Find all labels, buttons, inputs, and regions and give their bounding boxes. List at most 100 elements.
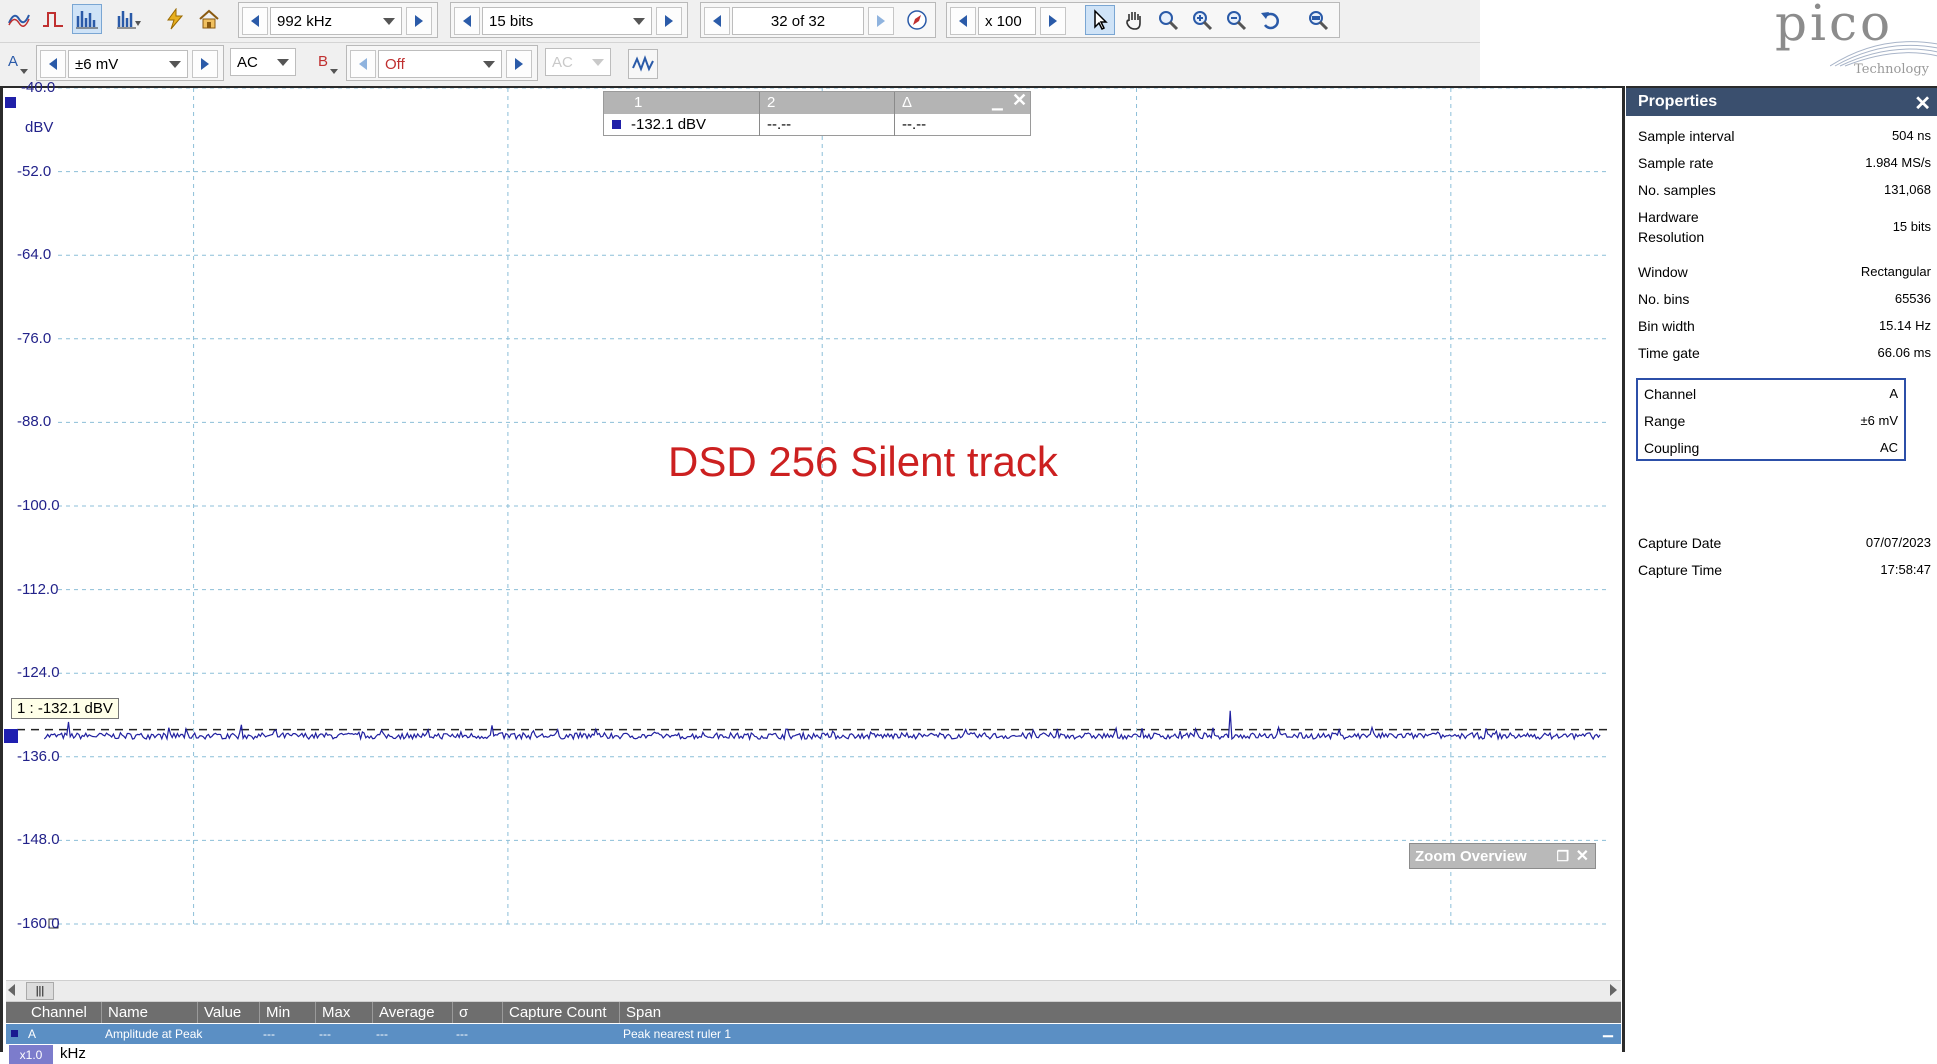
ruler-handle[interactable] — [4, 729, 18, 743]
measurements-col-header[interactable]: Name — [108, 1004, 148, 1021]
zoom-region-icon[interactable] — [1153, 5, 1183, 35]
minimize-icon[interactable]: ▁ — [992, 94, 1003, 111]
close-icon[interactable]: ✕ — [1576, 846, 1589, 866]
channel-b-range-prev-button[interactable] — [350, 50, 376, 78]
ruler-table[interactable]: 1 2 Δ ▁ ✕ -132.1 dBV --.-- --.-- — [603, 90, 1031, 136]
persistence-mode-icon[interactable] — [38, 4, 68, 34]
home-icon[interactable] — [194, 4, 224, 34]
channel-a-range-next-button[interactable] — [192, 50, 218, 78]
channel-a-range-select[interactable]: ±6 mV — [68, 50, 188, 78]
channel-a-axis-marker[interactable] — [5, 97, 16, 108]
measurements-col-divider — [315, 1002, 316, 1023]
channel-properties-box: Channel A Range ±6 mV Coupling AC — [1636, 378, 1906, 461]
trigger-lightning-icon[interactable] — [160, 4, 190, 34]
measurements-col-divider — [197, 1002, 198, 1023]
channel-b-menu-icon[interactable] — [330, 69, 338, 74]
measurement-cell: A — [28, 1027, 37, 1041]
undo-zoom-icon[interactable] — [1255, 5, 1285, 35]
measurement-cell: Amplitude at Peak — [105, 1027, 203, 1041]
resolution-prev-button[interactable] — [454, 7, 480, 35]
measurement-cell: Peak nearest ruler 1 — [623, 1027, 732, 1041]
property-value: 15.14 Hz — [1878, 318, 1931, 333]
logo-subtitle: Technology — [1854, 62, 1929, 77]
property-value: 131,068 — [1884, 182, 1931, 197]
scroll-right-icon[interactable] — [1610, 984, 1617, 996]
horizontal-scrollbar[interactable]: ||| — [6, 980, 1621, 1002]
channel-b-label[interactable]: B — [318, 53, 328, 70]
property-value: A — [1889, 386, 1898, 401]
scope-mode-icon[interactable] — [4, 4, 34, 34]
property-value: 17:58:47 — [1880, 562, 1931, 577]
zoom-fit-icon[interactable] — [1303, 5, 1333, 35]
scroll-thumb[interactable]: ||| — [26, 982, 54, 1000]
zoom-prev-button[interactable] — [950, 7, 976, 35]
resolution-next-button[interactable] — [656, 7, 682, 35]
timebase-next-button[interactable] — [406, 7, 432, 35]
y-tick-label: -100.0 — [17, 497, 60, 514]
ruler-table-header — [604, 92, 1030, 114]
zoom-next-button[interactable] — [1040, 7, 1066, 35]
measurements-col-header[interactable]: σ — [459, 1004, 468, 1021]
scroll-left-icon[interactable] — [8, 984, 15, 996]
channel-b-range-select[interactable]: Off — [378, 50, 502, 78]
measurements-col-divider — [101, 1002, 102, 1023]
pointer-tool-icon[interactable] — [1085, 5, 1115, 35]
hand-tool-icon[interactable] — [1119, 5, 1149, 35]
channel-a-label[interactable]: A — [8, 53, 18, 70]
property-key: Capture Time — [1638, 562, 1723, 578]
channel-b-range-next-button[interactable] — [506, 50, 532, 78]
restore-icon[interactable]: ❐ — [1556, 848, 1569, 865]
buffer-next-button[interactable] — [868, 7, 894, 35]
zoom-overview-panel[interactable]: Zoom Overview ❐ ✕ — [1409, 843, 1596, 869]
timebase-prev-button[interactable] — [242, 7, 268, 35]
measurements-col-header[interactable]: Channel — [31, 1004, 87, 1021]
measurements-col-header[interactable]: Max — [322, 1004, 350, 1021]
resolution-select[interactable]: 15 bits — [482, 7, 652, 35]
close-icon[interactable]: ✕ — [1914, 91, 1931, 116]
ruler-table-divider — [759, 92, 760, 136]
channel-a-range-prev-button[interactable] — [40, 50, 66, 78]
measurements-header: Channel Name Value Min Max Average σ Capture Co… — [6, 1002, 1621, 1023]
timebase-group: 992 kHz — [238, 2, 438, 38]
resolution-group: 15 bits — [450, 2, 688, 38]
y-tick-label: -76.0 — [17, 329, 52, 347]
property-value: 1.984 MS/s — [1865, 155, 1931, 170]
buffer-navigator-icon[interactable] — [902, 5, 932, 35]
ruler-value-tag: 1 : -132.1 dBV — [11, 698, 119, 719]
zoom-factor-field[interactable]: x 100 — [978, 7, 1036, 35]
spectrum-options-icon[interactable] — [114, 4, 144, 34]
minimize-icon[interactable]: ▁ — [1603, 1022, 1613, 1038]
channel-b-coupling-value: AC — [552, 53, 573, 71]
signal-generator-icon[interactable] — [628, 49, 658, 79]
channel-b-coupling-select[interactable]: AC — [545, 48, 611, 76]
channel-a-range-value: ±6 mV — [75, 55, 119, 73]
ruler-2-value: --.-- — [767, 116, 792, 133]
zoom-out-icon[interactable] — [1221, 5, 1251, 35]
timebase-select[interactable]: 992 kHz — [270, 7, 402, 35]
measurement-row[interactable]: A Amplitude at Peak --- --- --- --- Peak neare… — [6, 1022, 1621, 1044]
property-value: ±6 mV — [1860, 413, 1898, 428]
channel-a-swatch — [612, 120, 621, 129]
measurements-col-header[interactable]: Span — [626, 1004, 661, 1021]
measurements-col-header[interactable]: Min — [266, 1004, 290, 1021]
y-tick-label: -112.0 — [17, 580, 59, 598]
buffer-prev-button[interactable] — [704, 7, 730, 35]
measurements-col-header[interactable]: Capture Count — [509, 1004, 607, 1021]
channel-a-menu-icon[interactable] — [20, 69, 28, 74]
property-value: Rectangular — [1860, 264, 1931, 279]
zoom-in-icon[interactable] — [1187, 5, 1217, 35]
spectrum-view[interactable]: dBV -40.0 -52.0 -64.0 -76.0 -88.0 -100.0 -112.… — [0, 79, 1625, 1064]
y-tick-label: -52.0 — [17, 162, 52, 180]
measurements-col-header[interactable]: Value — [204, 1004, 241, 1021]
measurements-col-divider — [619, 1002, 620, 1023]
close-icon[interactable]: ✕ — [1012, 90, 1027, 111]
x-zoom-badge[interactable]: x1.0 — [9, 1045, 53, 1064]
plot-annotation: DSD 256 Silent track — [668, 438, 1058, 485]
main-toolbar: 992 kHz 15 bits 32 of 32 x 100 — [0, 0, 1480, 43]
chevron-down-icon — [169, 61, 181, 68]
channel-a-coupling-select[interactable]: AC — [230, 48, 296, 76]
measurements-col-header[interactable]: Average — [379, 1004, 435, 1021]
spectrum-plot[interactable] — [3, 88, 1622, 1052]
buffer-field[interactable]: 32 of 32 — [732, 7, 864, 35]
spectrum-mode-icon[interactable] — [72, 4, 102, 34]
